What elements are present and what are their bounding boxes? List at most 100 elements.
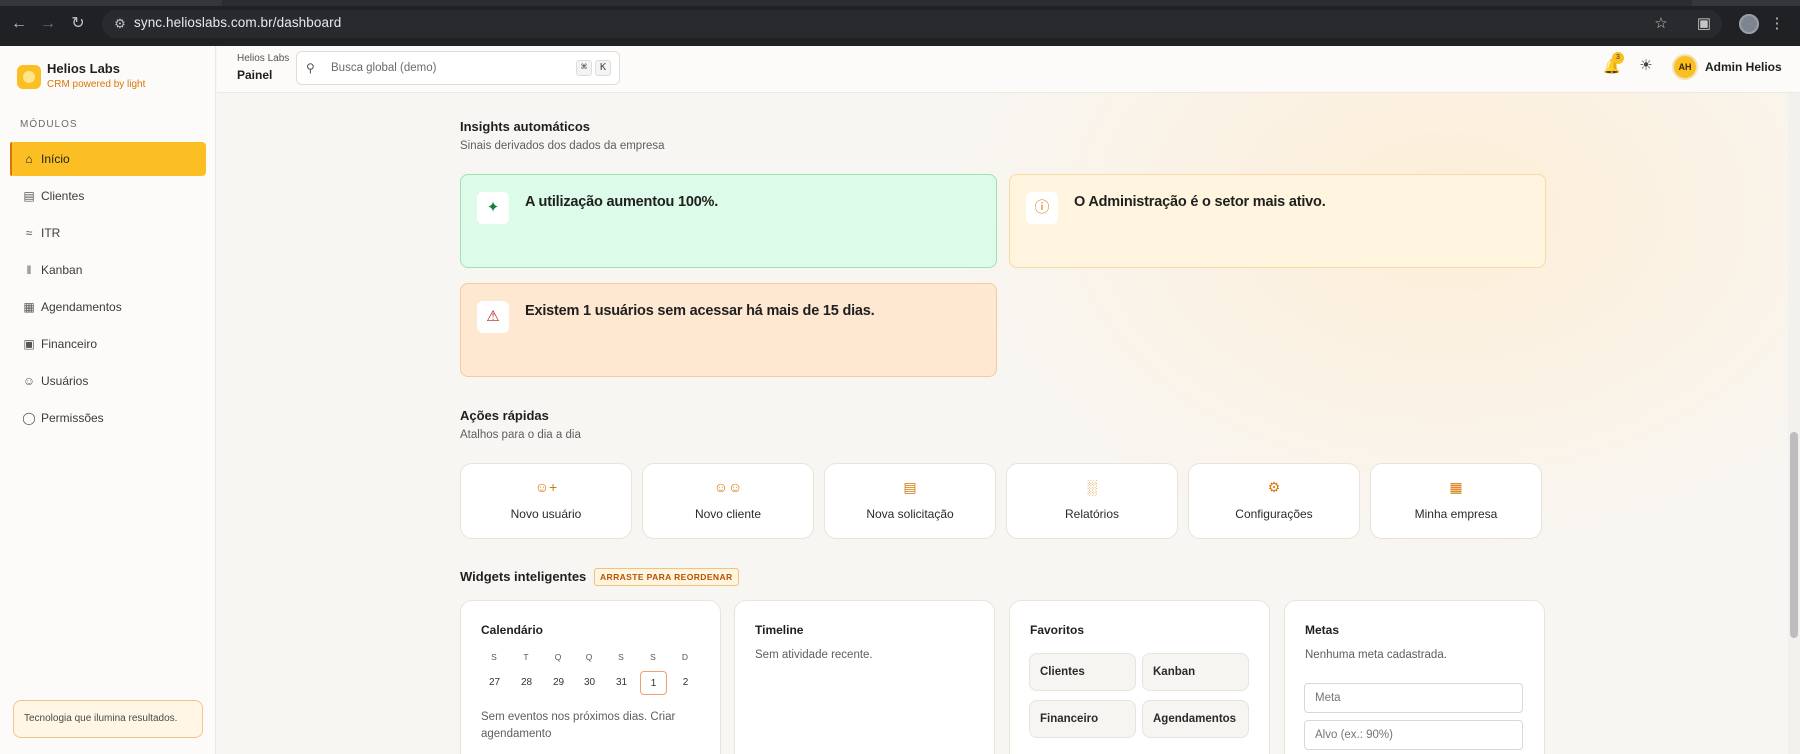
top-header: Helios Labs Painel ⚲ Busca global (demo)… — [217, 46, 1800, 93]
home-icon: ⌂ — [25, 152, 33, 166]
bookmark-star-icon[interactable]: ☆ — [1651, 14, 1671, 34]
calendar-day[interactable]: 30 — [576, 671, 603, 695]
sidebar-item-inicio[interactable]: ⌂ Início — [10, 142, 206, 176]
insights-title: Insights automáticos — [460, 119, 591, 134]
calendar-day[interactable]: 27 — [481, 671, 508, 695]
goals-empty: Nenhuma meta cadastrada. — [1305, 649, 1447, 661]
scrollbar-thumb[interactable] — [1790, 432, 1798, 638]
search-icon: ⚲ — [306, 61, 315, 75]
quick-action-label: Minha empresa — [1414, 507, 1498, 521]
sidebar-item-label: ITR — [41, 226, 61, 240]
calendar-icon: ▦ — [23, 300, 35, 314]
insight-card-inactive-users: ⚠ Existem 1 usuários sem acessar há mais… — [460, 283, 997, 377]
browser-menu-icon[interactable]: ⋮ — [1767, 14, 1787, 34]
sidebar: Helios Labs CRM powered by light MÓDULOS… — [0, 46, 216, 754]
sidebar-item-label: Início — [41, 152, 70, 166]
quick-action-configuracoes[interactable]: ⚙ Configurações — [1188, 463, 1360, 539]
quick-action-nova-solicitacao[interactable]: ▤ Nova solicitação — [824, 463, 996, 539]
notification-badge: 3 — [1612, 52, 1624, 64]
sidebar-item-agendamentos[interactable]: ▦ Agendamentos — [10, 290, 206, 324]
goal-name-input[interactable] — [1304, 683, 1523, 713]
sun-logo-icon — [17, 65, 41, 89]
sidebar-slogan: Tecnologia que ilumina resultados. — [13, 700, 203, 738]
global-search[interactable]: ⚲ Busca global (demo) ⌘ K — [296, 51, 620, 85]
sidebar-item-clientes[interactable]: ▤ Clientes — [10, 179, 206, 213]
sidebar-item-financeiro[interactable]: ▣ Financeiro — [10, 327, 206, 361]
address-bar[interactable] — [102, 10, 1722, 38]
warning-icon: ⚠ — [477, 301, 509, 333]
dashboard-main: Insights automáticos Sinais derivados do… — [217, 93, 1787, 754]
insight-card-usage: ✦ A utilização aumentou 100%. — [460, 174, 997, 268]
sidebar-item-kanban[interactable]: ‖ Kanban — [10, 253, 206, 287]
widgets-title: Widgets inteligentes — [460, 569, 587, 584]
header-company: Helios Labs — [237, 53, 290, 64]
sidebar-item-label: Agendamentos — [41, 300, 122, 314]
sun-theme-toggle-icon[interactable]: ☀ — [1636, 56, 1656, 76]
users-icon: ☺☺ — [713, 479, 743, 495]
shortcut-key-cmd: ⌘ — [576, 60, 592, 76]
quick-actions-subtitle: Atalhos para o dia a dia — [460, 429, 581, 441]
quick-action-minha-empresa[interactable]: ▦ Minha empresa — [1370, 463, 1542, 539]
brand-tagline: CRM powered by light — [47, 79, 146, 90]
reload-icon[interactable]: ↻ — [68, 14, 88, 34]
sidebar-item-permissoes[interactable]: ◯ Permissões — [10, 401, 206, 435]
clipboard-icon: ▤ — [23, 189, 35, 203]
clipboard-icon: ▤ — [903, 479, 917, 495]
page-scrollbar[interactable] — [1788, 93, 1800, 754]
quick-action-label: Configurações — [1235, 507, 1313, 521]
widget-title: Metas — [1305, 623, 1340, 637]
user-plus-icon: ☺+ — [534, 479, 558, 495]
drag-reorder-badge: ARRASTE PARA REORDENAR — [594, 568, 739, 586]
favorite-item[interactable]: Clientes — [1029, 653, 1136, 691]
browser-profile-avatar[interactable] — [1739, 14, 1759, 34]
insight-text: Existem 1 usuários sem acessar há mais d… — [525, 303, 875, 319]
browser-chrome: ← → ↻ ⚙ sync.helioslabs.com.br/dashboard… — [0, 0, 1800, 46]
brand-name: Helios Labs — [47, 61, 120, 76]
goal-target-input[interactable] — [1304, 720, 1523, 750]
quick-action-label: Novo cliente — [694, 507, 762, 521]
timeline-widget[interactable]: Timeline Sem atividade recente. — [734, 600, 995, 754]
calendar-weekday: Q — [554, 652, 562, 662]
sparkles-icon: ✦ — [477, 192, 509, 224]
gear-icon: ⚙ — [1267, 479, 1281, 495]
calendar-day[interactable]: 2 — [672, 671, 699, 695]
calendar-day[interactable]: 29 — [545, 671, 572, 695]
sidebar-item-label: Clientes — [41, 189, 85, 203]
insight-card-sector: ⓘ O Administração é o setor mais ativo. — [1009, 174, 1546, 268]
calendar-weekday: S — [491, 652, 497, 662]
extensions-icon[interactable]: ▣ — [1694, 14, 1714, 34]
info-icon: ⓘ — [1026, 192, 1058, 224]
sidebar-item-itr[interactable]: ≈ ITR — [10, 216, 206, 250]
quick-action-relatorios[interactable]: ░ Relatórios — [1006, 463, 1178, 539]
favorite-item[interactable]: Kanban — [1142, 653, 1249, 691]
insight-text: A utilização aumentou 100%. — [525, 194, 719, 210]
sidebar-item-usuarios[interactable]: ☺ Usuários — [10, 364, 206, 398]
quick-action-novo-cliente[interactable]: ☺☺ Novo cliente — [642, 463, 814, 539]
calendar-empty-note: Sem eventos nos próximos dias. Criar age… — [481, 711, 676, 740]
bar-chart-icon: ░ — [1087, 479, 1097, 495]
quick-action-label: Nova solicitação — [866, 507, 954, 521]
shield-icon: ◯ — [22, 411, 36, 425]
wifi-icon: ≈ — [25, 226, 33, 240]
site-settings-icon[interactable]: ⚙ — [110, 14, 130, 34]
browser-tab-strip — [222, 0, 1692, 6]
sidebar-item-label: Usuários — [41, 374, 89, 388]
timeline-empty: Sem atividade recente. — [755, 649, 873, 661]
page-title: Painel — [237, 68, 273, 82]
calendar-weekday: Q — [585, 652, 593, 662]
favorite-item[interactable]: Agendamentos — [1142, 700, 1249, 738]
forward-icon[interactable]: → — [38, 14, 58, 34]
avatar[interactable]: AH — [1672, 54, 1698, 80]
quick-action-novo-usuario[interactable]: ☺+ Novo usuário — [460, 463, 632, 539]
calendar-day[interactable]: 31 — [608, 671, 635, 695]
calendar-day-today[interactable]: 1 — [640, 671, 667, 695]
favorite-item[interactable]: Financeiro — [1029, 700, 1136, 738]
modules-section-label: MÓDULOS — [20, 119, 78, 130]
address-url: sync.helioslabs.com.br/dashboard — [134, 15, 342, 30]
sidebar-item-label: Financeiro — [41, 337, 98, 351]
back-icon[interactable]: ← — [9, 14, 29, 34]
user-name[interactable]: Admin Helios — [1705, 60, 1782, 74]
calendar-weekday: S — [618, 652, 624, 662]
users-icon: ☺ — [22, 374, 36, 388]
calendar-day[interactable]: 28 — [513, 671, 540, 695]
